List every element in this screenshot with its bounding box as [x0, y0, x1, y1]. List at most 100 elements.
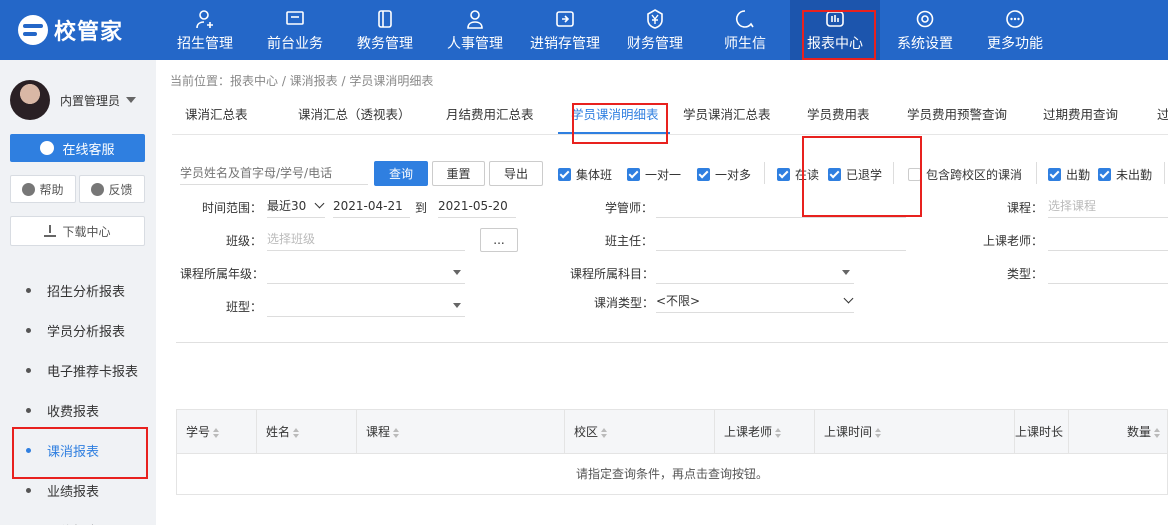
- bullet-icon: [26, 327, 31, 333]
- grade-select[interactable]: [267, 260, 465, 284]
- help-button[interactable]: 帮助: [10, 175, 76, 203]
- checkbox-icon: [697, 168, 710, 181]
- type-select[interactable]: [1048, 260, 1168, 284]
- checkbox-label: 包含跨校区的课消: [926, 168, 1023, 182]
- time-range-select[interactable]: 最近30: [267, 194, 325, 218]
- question-icon: [22, 182, 36, 196]
- tab-3[interactable]: 学员课消明细表: [558, 98, 670, 134]
- nav-item-3[interactable]: 人事管理: [430, 0, 520, 60]
- feedback-button[interactable]: 反馈: [79, 175, 145, 203]
- export-button[interactable]: 导出: [489, 161, 543, 186]
- checkbox-label: 在读: [795, 168, 820, 182]
- course-field[interactable]: 选择课程: [1048, 194, 1168, 218]
- more-icon: [1004, 8, 1026, 30]
- consume-type-select[interactable]: <不限>: [656, 289, 854, 313]
- checkbox-2[interactable]: 一对多: [697, 166, 751, 183]
- tab-5[interactable]: 学员费用表: [794, 98, 894, 134]
- sidebar-menu-item[interactable]: 学员分析报表: [0, 310, 156, 350]
- column-header[interactable]: 上课时间: [815, 410, 1015, 454]
- book-icon: [374, 8, 396, 30]
- sort-icon: [293, 427, 300, 438]
- divider: [1036, 162, 1037, 184]
- sort-icon: [775, 427, 782, 438]
- download-icon: [44, 225, 57, 237]
- sidebar-menu-item[interactable]: 课消报表: [0, 430, 156, 470]
- nav-label: 进销存管理: [530, 35, 600, 52]
- study-manager-field[interactable]: [656, 194, 906, 218]
- tab-7[interactable]: 过期费用查询: [1030, 98, 1144, 134]
- chevron-down-icon: [314, 198, 325, 209]
- head-teacher-field[interactable]: [656, 227, 906, 251]
- sidebar-menu-item[interactable]: 业绩报表: [0, 470, 156, 510]
- date-from-input[interactable]: 2021-04-21: [333, 194, 410, 218]
- checkbox-4[interactable]: 已退学: [828, 166, 882, 183]
- checkbox-label: 已退学: [846, 168, 883, 182]
- reset-button[interactable]: 重置: [432, 161, 485, 186]
- nav-item-0[interactable]: 招生管理: [160, 0, 250, 60]
- date-to-input[interactable]: 2021-05-20: [438, 194, 516, 218]
- checkbox-label: 未出勤: [1116, 168, 1153, 182]
- nav-item-4[interactable]: 进销存管理: [520, 0, 610, 60]
- person-add-icon: [194, 8, 216, 30]
- column-header[interactable]: 数量: [1069, 410, 1168, 454]
- feedback-label: 反馈: [108, 182, 133, 197]
- tab-6[interactable]: 学员费用预警查询: [894, 98, 1030, 134]
- search-input[interactable]: [180, 161, 368, 185]
- sort-icon: [213, 427, 220, 438]
- class-field[interactable]: 选择班级: [267, 227, 465, 251]
- time-range-label: 时间范围：: [202, 201, 263, 215]
- brand-logo[interactable]: 校管家: [18, 14, 123, 46]
- nav-item-6[interactable]: 师生信: [700, 0, 790, 60]
- download-center-label: 下载中心: [62, 224, 111, 239]
- sort-icon: [1154, 427, 1160, 438]
- nav-label: 财务管理: [627, 35, 683, 52]
- bullet-icon: [26, 367, 31, 373]
- checkbox-icon: [908, 168, 921, 181]
- query-button[interactable]: 查询: [374, 161, 428, 186]
- teacher-field[interactable]: [1048, 227, 1168, 251]
- gear-icon: [914, 8, 936, 30]
- column-header-label: 校区: [574, 425, 599, 439]
- nav-item-8[interactable]: 系统设置: [880, 0, 970, 60]
- user-menu[interactable]: 内置管理员: [10, 80, 137, 120]
- sidebar-menu-item[interactable]: 收费报表: [0, 390, 156, 430]
- nav-item-9[interactable]: 更多功能: [970, 0, 1060, 60]
- nav-item-2[interactable]: 教务管理: [340, 0, 430, 60]
- sidebar-menu-label: 业绩报表: [47, 484, 100, 500]
- checkbox-5[interactable]: 包含跨校区的课消: [908, 166, 1022, 183]
- nav-label: 前台业务: [267, 35, 323, 52]
- checkbox-7[interactable]: 未出勤: [1098, 166, 1152, 183]
- download-center-button[interactable]: 下载中心: [10, 216, 145, 246]
- column-header[interactable]: 姓名: [257, 410, 357, 454]
- inventory-icon: [554, 8, 576, 30]
- nav-label: 报表中心: [807, 35, 863, 52]
- class-type-select[interactable]: [267, 293, 465, 317]
- yen-icon: [644, 8, 666, 30]
- column-header[interactable]: 上课老师: [715, 410, 815, 454]
- tab-8[interactable]: 过期: [1144, 98, 1168, 134]
- checkbox-6[interactable]: 出勤: [1048, 166, 1090, 183]
- nav-item-7[interactable]: 报表中心: [790, 0, 880, 60]
- checkbox-3[interactable]: 在读: [777, 166, 819, 183]
- column-header[interactable]: 上课时长: [1015, 410, 1069, 454]
- subject-label: 课程所属科目：: [570, 267, 655, 281]
- nav-item-1[interactable]: 前台业务: [250, 0, 340, 60]
- column-header[interactable]: 校区: [565, 410, 715, 454]
- column-header[interactable]: 课程: [357, 410, 565, 454]
- logo-icon: [18, 15, 48, 45]
- checkbox-0[interactable]: 集体班: [558, 166, 612, 183]
- subject-select[interactable]: [656, 260, 854, 284]
- column-header[interactable]: 学号: [177, 410, 257, 454]
- nav-item-5[interactable]: 财务管理: [610, 0, 700, 60]
- tab-4[interactable]: 学员课消汇总表: [670, 98, 794, 134]
- online-service-button[interactable]: 在线客服: [10, 134, 145, 162]
- tab-0[interactable]: 课消汇总表: [172, 98, 285, 134]
- tab-2[interactable]: 月结费用汇总表: [433, 98, 558, 134]
- sidebar-menu-item[interactable]: 电子推荐卡报表: [0, 350, 156, 390]
- sidebar-menu-item[interactable]: 招生分析报表: [0, 270, 156, 310]
- checkbox-1[interactable]: 一对一: [627, 166, 681, 183]
- tab-1[interactable]: 课消汇总（透视表）: [285, 98, 433, 134]
- sidebar-menu-item[interactable]: 预约报表: [0, 510, 156, 525]
- class-pick-button[interactable]: ...: [480, 228, 518, 252]
- sidebar-menu-label: 课消报表: [47, 444, 100, 460]
